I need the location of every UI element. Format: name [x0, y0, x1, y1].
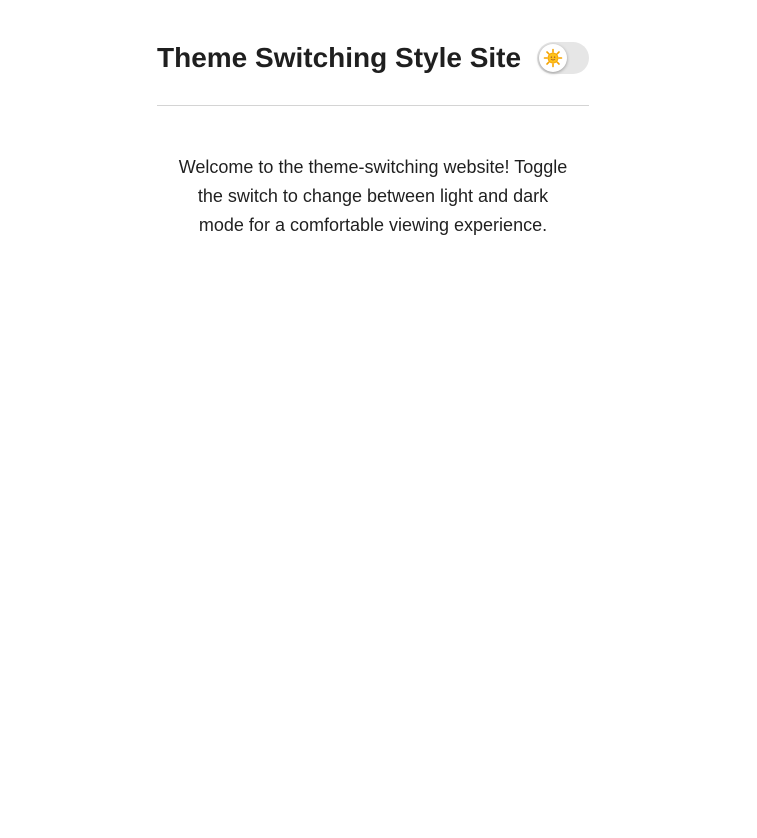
intro-text: Welcome to the theme-switching website! … [178, 157, 568, 235]
toggle-knob[interactable] [539, 44, 567, 72]
page-container: Theme Switching Style Site Welcome to th… [157, 0, 589, 235]
theme-toggle[interactable] [537, 42, 589, 74]
site-title: Theme Switching Style Site [157, 42, 522, 73]
sun-icon [543, 48, 563, 68]
site-header: Theme Switching Style Site [157, 0, 589, 106]
